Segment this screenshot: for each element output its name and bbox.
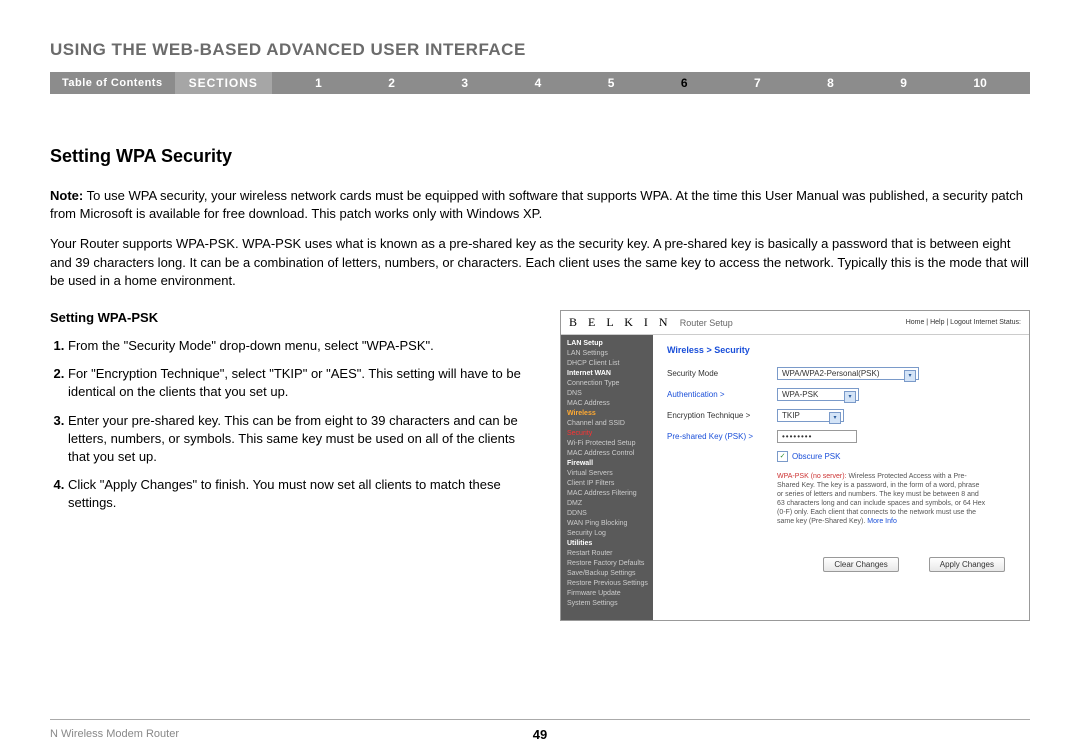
sidebar-item[interactable]: Utilities (561, 539, 653, 549)
label-authentication: Authentication > (667, 390, 777, 399)
nav-section-1[interactable]: 1 (315, 76, 322, 90)
belkin-logo: B E L K I N (569, 315, 672, 329)
sidebar-item[interactable]: Firmware Update (561, 589, 653, 599)
nav-section-9[interactable]: 9 (900, 76, 907, 90)
input-psk[interactable]: •••••••• (777, 430, 857, 443)
section-title: Setting WPA Security (50, 146, 1030, 167)
step-2: For "Encryption Technique", select "TKIP… (68, 365, 530, 401)
sidebar-item[interactable]: MAC Address Filtering (561, 489, 653, 499)
sidebar-item[interactable]: Virtual Servers (561, 469, 653, 479)
sidebar-item[interactable]: Firewall (561, 459, 653, 469)
sidebar-item[interactable]: DHCP Client List (561, 359, 653, 369)
label-encryption: Encryption Technique > (667, 411, 777, 420)
sidebar-item[interactable]: Wireless (561, 409, 653, 419)
desc-strong: WPA-PSK (no server): (777, 473, 847, 480)
note-paragraph: Note: To use WPA security, your wireless… (50, 187, 1030, 223)
apply-changes-button[interactable]: Apply Changes (929, 557, 1005, 572)
sidebar-item[interactable]: System Settings (561, 599, 653, 609)
select-authentication-value: WPA-PSK (782, 390, 818, 399)
steps-list: From the "Security Mode" drop-down menu,… (50, 337, 530, 513)
page-title: USING THE WEB-BASED ADVANCED USER INTERF… (50, 40, 1030, 60)
checkbox-obscure-psk[interactable]: ✓ (777, 451, 788, 462)
sidebar-item[interactable]: Security (561, 429, 653, 439)
clear-changes-button[interactable]: Clear Changes (823, 557, 898, 572)
para-2: Your Router supports WPA-PSK. WPA-PSK us… (50, 235, 1030, 290)
select-security-mode-value: WPA/WPA2-Personal(PSK) (782, 369, 880, 378)
sidebar-item[interactable]: LAN Setup (561, 339, 653, 349)
footer-product: N Wireless Modem Router (50, 728, 179, 740)
sidebar-item[interactable]: DDNS (561, 509, 653, 519)
sidebar-item[interactable]: Internet WAN (561, 369, 653, 379)
page-number: 49 (533, 727, 547, 742)
nav-section-5[interactable]: 5 (608, 76, 615, 90)
nav-section-7[interactable]: 7 (754, 76, 761, 90)
sidebar-item[interactable]: MAC Address Control (561, 449, 653, 459)
sidebar-item[interactable]: Save/Backup Settings (561, 569, 653, 579)
sidebar-item[interactable]: Channel and SSID (561, 419, 653, 429)
note-body: To use WPA security, your wireless netwo… (50, 188, 1023, 221)
sidebar-item[interactable]: Restart Router (561, 549, 653, 559)
nav-section-10[interactable]: 10 (973, 76, 986, 90)
more-info-link[interactable]: More Info (867, 518, 897, 525)
select-security-mode[interactable]: WPA/WPA2-Personal(PSK) ▾ (777, 367, 919, 380)
nav-section-4[interactable]: 4 (535, 76, 542, 90)
router-subtitle: Router Setup (680, 318, 733, 328)
sidebar-item[interactable]: DNS (561, 389, 653, 399)
nav-section-6[interactable]: 6 (681, 76, 688, 90)
select-authentication[interactable]: WPA-PSK ▾ (777, 388, 859, 401)
nav-section-2[interactable]: 2 (388, 76, 395, 90)
label-security-mode: Security Mode (667, 369, 777, 378)
nav-bar: Table of Contents SECTIONS 1 2 3 4 5 6 7 8 9 10 (50, 72, 1030, 94)
sidebar-item[interactable]: DMZ (561, 499, 653, 509)
sidebar-item[interactable]: Connection Type (561, 379, 653, 389)
sidebar-item[interactable]: Wi-Fi Protected Setup (561, 439, 653, 449)
breadcrumb: Wireless > Security (667, 345, 1015, 355)
router-sidebar: LAN SetupLAN SettingsDHCP Client ListInt… (561, 335, 653, 620)
step-4: Click "Apply Changes" to finish. You mus… (68, 476, 530, 512)
note-label: Note: (50, 188, 83, 203)
sidebar-item[interactable]: WAN Ping Blocking (561, 519, 653, 529)
label-psk: Pre-shared Key (PSK) > (667, 432, 777, 441)
sidebar-item[interactable]: MAC Address (561, 399, 653, 409)
chevron-down-icon: ▾ (844, 391, 856, 403)
sub-heading: Setting WPA-PSK (50, 310, 530, 325)
nav-section-3[interactable]: 3 (461, 76, 468, 90)
footer: N Wireless Modem Router 49 (50, 719, 1030, 740)
chevron-down-icon: ▾ (829, 412, 841, 424)
router-header-right: Home | Help | Logout Internet Status: (906, 319, 1021, 326)
sidebar-item[interactable]: Restore Previous Settings (561, 579, 653, 589)
sidebar-item[interactable]: LAN Settings (561, 349, 653, 359)
sidebar-item[interactable]: Restore Factory Defaults (561, 559, 653, 569)
nav-sections-label: SECTIONS (175, 72, 272, 94)
select-encryption-value: TKIP (782, 411, 800, 420)
label-obscure-psk: Obscure PSK (792, 452, 840, 461)
select-encryption[interactable]: TKIP ▾ (777, 409, 844, 422)
chevron-down-icon: ▾ (904, 370, 916, 382)
sidebar-item[interactable]: Security Log (561, 529, 653, 539)
router-screenshot: B E L K I N Router Setup Home | Help | L… (560, 310, 1030, 621)
sidebar-item[interactable]: Client IP Filters (561, 479, 653, 489)
step-1: From the "Security Mode" drop-down menu,… (68, 337, 530, 355)
psk-description: WPA-PSK (no server): Wireless Protected … (777, 472, 987, 527)
step-3: Enter your pre-shared key. This can be f… (68, 412, 530, 467)
nav-section-8[interactable]: 8 (827, 76, 834, 90)
nav-toc[interactable]: Table of Contents (50, 77, 175, 89)
